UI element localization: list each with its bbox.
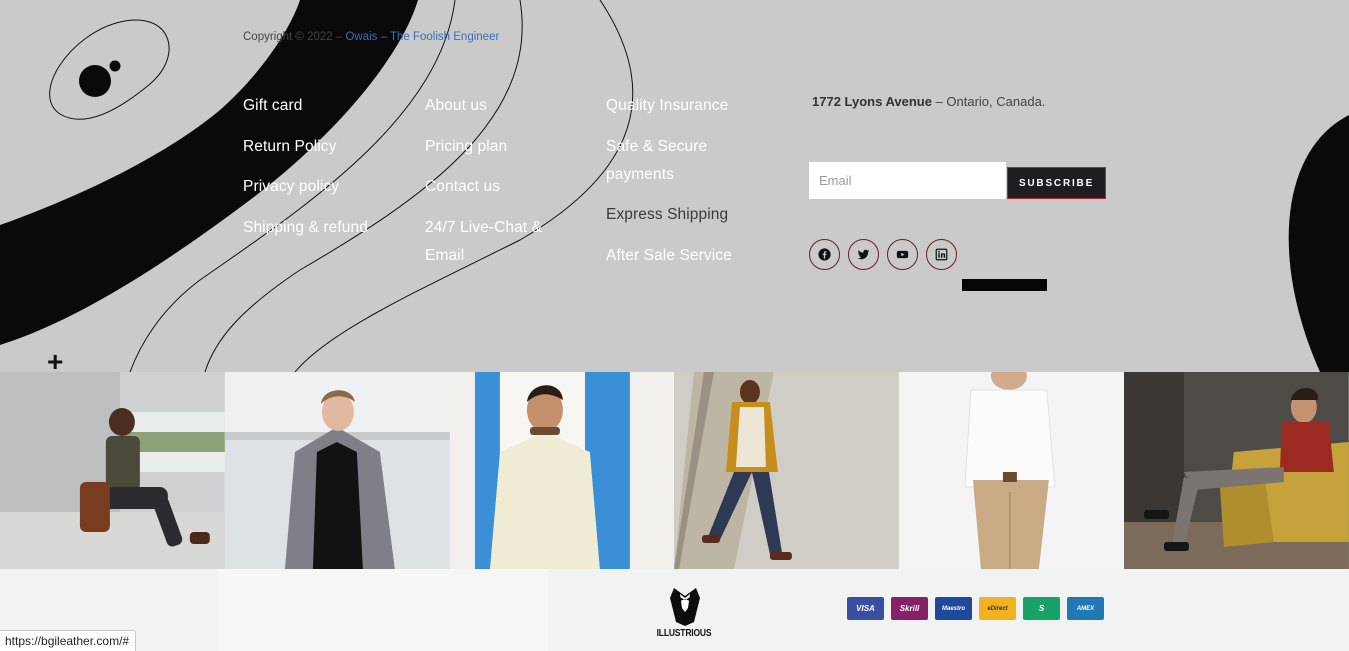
youtube-button[interactable] (887, 239, 918, 270)
facebook-icon (818, 248, 831, 261)
tuxedo-logo-icon (670, 588, 700, 626)
author-link[interactable]: Owais – The Foolish Engineer (345, 31, 499, 43)
shipping-refund-link[interactable]: Shipping & refund (243, 214, 403, 242)
privacy-policy-link[interactable]: Privacy policy (243, 173, 403, 201)
edirect-icon: eDirect (979, 597, 1016, 620)
contact-us-link[interactable]: Contact us (425, 173, 575, 201)
payment-methods: VISA Skrill Maestro eDirect S AMEX (847, 597, 1104, 620)
footer-top: Gift card Return Policy Privacy policy S… (0, 0, 1349, 372)
decorative-bar (962, 279, 1047, 291)
photo-man-on-yellow-sofa[interactable] (1123, 372, 1349, 569)
links-column-3: Quality Insurance Safe & Secure payments… (606, 92, 756, 282)
about-us-link[interactable]: About us (425, 92, 575, 120)
sofort-icon: S (1023, 597, 1060, 620)
address-city: – Ontario, Canada. (931, 94, 1046, 109)
return-policy-link[interactable]: Return Policy (243, 133, 403, 161)
skrill-icon: Skrill (891, 597, 928, 620)
youtube-icon (896, 250, 909, 259)
links-column-2: About us Pricing plan Contact us 24/7 Li… (425, 92, 575, 282)
gift-card-link[interactable]: Gift card (243, 92, 403, 120)
twitter-button[interactable] (848, 239, 879, 270)
live-chat-email-link[interactable]: 24/7 Live-Chat & Email (425, 214, 575, 270)
pricing-plan-link[interactable]: Pricing plan (425, 133, 575, 161)
social-links (809, 239, 957, 270)
twitter-icon (857, 249, 870, 260)
copyright-prefix: Copyright © 2022 – (243, 31, 346, 43)
safe-secure-payments-link[interactable]: Safe & Secure payments (606, 133, 756, 189)
logo-mark-icon (49, 19, 170, 120)
photo-man-white-shirt[interactable] (899, 372, 1124, 569)
copyright-text: Copyright © 2022 – Owais – The Foolish E… (243, 31, 499, 43)
amex-icon: AMEX (1067, 597, 1104, 620)
status-bar-url: https://bgileather.com/# (0, 630, 137, 651)
address: 1772 Lyons Avenue – Ontario, Canada. (812, 94, 1045, 109)
linkedin-button[interactable] (926, 239, 957, 270)
subscribe-button[interactable]: SUBSCRIBE (1007, 167, 1106, 199)
plus-icon[interactable]: + (47, 348, 63, 373)
photo-man-walking-yellow-jacket[interactable] (674, 372, 900, 569)
photo-gallery (0, 372, 1349, 569)
copyright-panel (218, 569, 548, 651)
photo-man-smiling-blue-wall[interactable] (449, 372, 675, 569)
photo-man-grey-jacket[interactable] (224, 372, 450, 569)
brand-name: ILLUSTRIOUS (656, 628, 712, 639)
links-column-1: Gift card Return Policy Privacy policy S… (243, 92, 403, 254)
address-street: 1772 Lyons Avenue (812, 94, 932, 109)
quality-insurance-link[interactable]: Quality Insurance (606, 92, 756, 120)
visa-icon: VISA (847, 597, 884, 620)
after-sale-service-link[interactable]: After Sale Service (606, 242, 756, 270)
express-shipping-link[interactable]: Express Shipping (606, 201, 756, 229)
linkedin-icon (935, 248, 948, 261)
photo-man-with-bag[interactable] (0, 372, 225, 569)
maestro-icon: Maestro (935, 597, 972, 620)
email-input[interactable] (809, 162, 1006, 199)
facebook-button[interactable] (809, 239, 840, 270)
